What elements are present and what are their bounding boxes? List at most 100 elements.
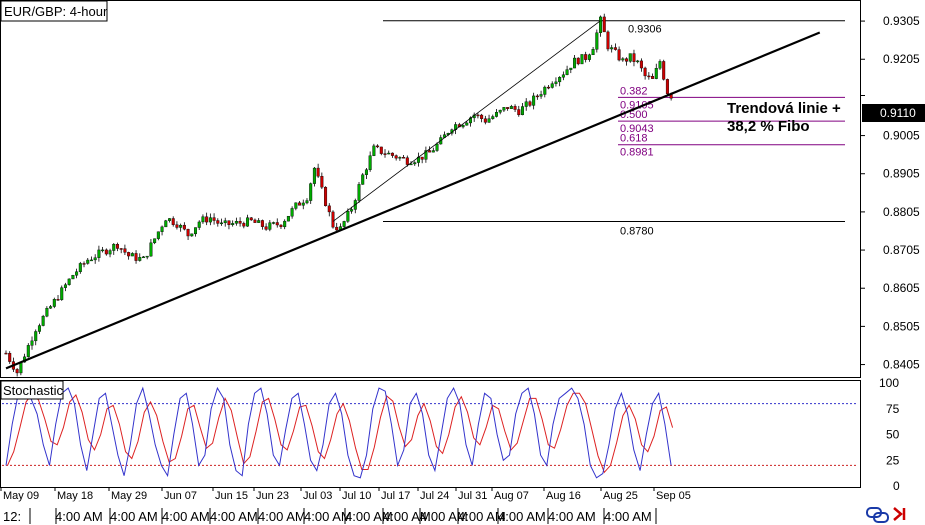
candle-bull	[532, 95, 536, 106]
candle-bear	[324, 186, 328, 207]
date-label: May 29	[111, 490, 147, 502]
candle-bull	[569, 67, 573, 70]
candle-bull	[60, 287, 64, 300]
candle-bull	[509, 106, 513, 109]
candle-bear	[606, 31, 610, 50]
candle-bear	[242, 223, 246, 227]
candle-bear	[4, 352, 8, 355]
candle-bull	[197, 221, 201, 228]
indicator-title: Stochastic	[3, 383, 63, 398]
candle-bull	[108, 250, 112, 255]
fib-ratio-0.382: 0.382	[620, 85, 648, 97]
time-label: 4:00 AM	[498, 509, 546, 524]
price-tick-label: 0.8805	[883, 205, 920, 219]
candle-bull	[587, 54, 591, 60]
candle-bull	[223, 220, 227, 224]
candle-bear	[639, 60, 643, 69]
date-label: Jul 31	[458, 490, 487, 502]
date-label: Aug 16	[546, 490, 581, 502]
date-label: Aug 25	[603, 490, 638, 502]
candle-bear	[82, 263, 86, 265]
candle-bull	[208, 217, 212, 223]
candle-bull	[130, 253, 134, 257]
candle-bull	[67, 278, 71, 285]
candle-bull	[346, 211, 350, 222]
candle-bear	[279, 224, 283, 228]
candle-bull	[231, 223, 235, 226]
candle-bull	[309, 183, 313, 201]
scroll-right-icon[interactable]	[893, 507, 906, 521]
candle-bull	[153, 238, 157, 244]
time-label: 4:00 AM	[210, 509, 258, 524]
price-tick-label: 0.9305	[883, 14, 920, 28]
candle-bull	[342, 221, 346, 227]
candle-bull	[167, 218, 171, 221]
candle-bull	[554, 81, 558, 84]
candle-bull	[164, 220, 168, 228]
candle-bull	[75, 271, 79, 276]
candle-bull	[257, 220, 261, 223]
candle-bear	[617, 49, 621, 61]
candle-bear	[264, 226, 268, 230]
candle-bull	[89, 259, 93, 262]
candle-bull	[112, 244, 116, 251]
stochastic-tick-label: 0	[893, 479, 900, 493]
stochastic-tick-label: 25	[886, 453, 900, 467]
candle-bear	[275, 222, 279, 226]
candle-bull	[149, 242, 153, 257]
price-tick-label: 0.9005	[883, 129, 920, 143]
date-label: Jun 07	[164, 490, 197, 502]
candle-bear	[390, 152, 394, 156]
candle-bear	[56, 299, 60, 301]
candle-bear	[186, 228, 190, 237]
link-icon[interactable]	[866, 507, 889, 523]
time-label: 4:00 AM	[55, 509, 103, 524]
candle-bull	[294, 202, 298, 209]
time-label: 4:00 AM	[548, 509, 596, 524]
candle-bear	[115, 244, 119, 249]
candle-bear	[104, 249, 108, 255]
candle-bull	[312, 167, 316, 184]
candle-bull	[461, 125, 465, 128]
current-price-label: 0.9110	[880, 106, 916, 120]
candle-bear	[602, 16, 606, 33]
candle-bull	[361, 174, 365, 185]
candle-bear	[576, 57, 580, 65]
candle-bull	[301, 202, 305, 206]
candle-bull	[141, 256, 145, 259]
candle-bull	[194, 227, 198, 235]
candle-bear	[506, 107, 510, 109]
candle-bull	[502, 107, 506, 111]
main-panel-frame	[0, 0, 861, 378]
price-tick-label: 0.8905	[883, 167, 920, 181]
candle-bull	[539, 94, 543, 97]
candle-bear	[584, 54, 588, 60]
price-axis: 0.9305 0.9205 0.9005 0.8905 0.8805 0.8705 0.86…	[860, 14, 920, 372]
candle-bull	[435, 143, 439, 151]
candle-bear	[298, 202, 302, 206]
date-label: Jun 15	[215, 490, 248, 502]
candle-bull	[272, 222, 276, 224]
price-tick-label: 0.8705	[883, 243, 920, 257]
candle-bull	[93, 257, 97, 261]
candle-bull	[30, 340, 34, 346]
level-price-0.8780: 0.8780	[620, 225, 654, 237]
candle-bull	[156, 231, 160, 239]
date-label: Jul 10	[342, 490, 371, 502]
candle-bull	[413, 162, 417, 165]
candle-bull	[190, 233, 194, 237]
candle-bull	[34, 331, 38, 342]
candle-bear	[15, 369, 19, 374]
candle-bear	[127, 252, 131, 257]
candle-bear	[227, 220, 231, 226]
date-label: May 18	[57, 490, 93, 502]
date-label: Aug 07	[494, 490, 529, 502]
candle-bull	[357, 184, 361, 201]
stochastic-panel-frame	[0, 380, 861, 488]
candle-bear	[651, 76, 655, 79]
candle-bear	[528, 101, 532, 106]
candle-bull	[494, 112, 498, 117]
candle-bear	[253, 219, 257, 223]
candle-bull	[520, 106, 524, 116]
candle-bull	[49, 306, 53, 309]
